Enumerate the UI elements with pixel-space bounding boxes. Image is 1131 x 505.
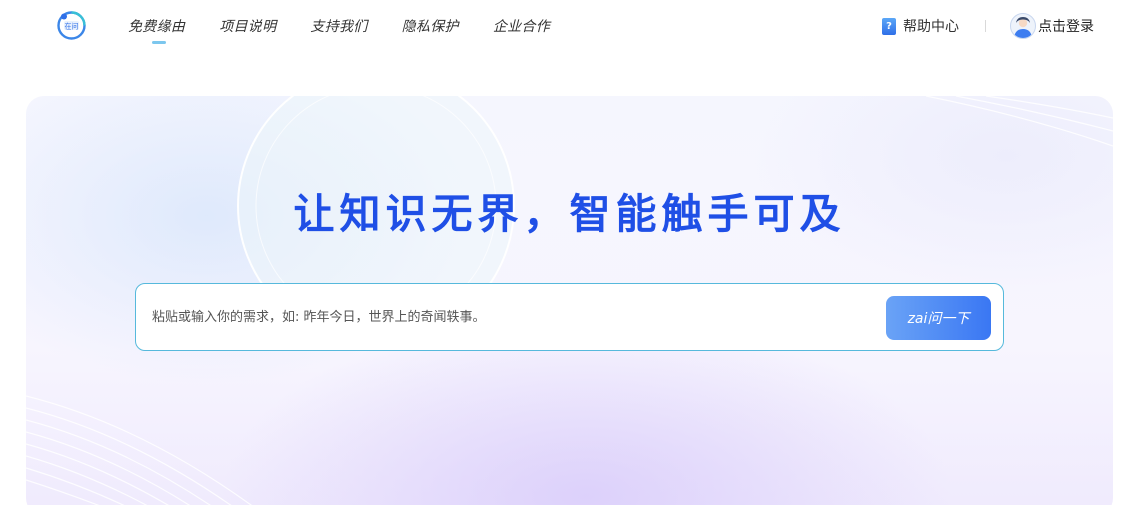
help-book-icon: ? (882, 17, 896, 35)
search-input[interactable] (150, 302, 874, 332)
zaiwen-logo-icon[interactable]: 在问 (56, 10, 87, 41)
nav-item-support-us[interactable]: 支持我们 (310, 0, 367, 54)
search-box: zai问一下 (135, 283, 1004, 351)
help-center-link[interactable]: ? 帮助中心 (882, 16, 959, 36)
login-button[interactable]: 点击登录 (1010, 13, 1094, 39)
top-navigation-bar: 在问 免费缘由 项目说明 支持我们 隐私保护 企业合作 ? 帮助中心 点击登录 (0, 0, 1131, 54)
main-nav: 免费缘由 项目说明 支持我们 隐私保护 企业合作 (128, 0, 584, 54)
hero-panel: 让知识无界，智能触手可及 zai问一下 (26, 96, 1113, 505)
nav-item-enterprise[interactable]: 企业合作 (493, 0, 550, 54)
ask-button[interactable]: zai问一下 (886, 296, 991, 340)
svg-text:在问: 在问 (65, 22, 79, 31)
help-center-label: 帮助中心 (903, 19, 959, 35)
nav-item-privacy[interactable]: 隐私保护 (402, 0, 459, 54)
page: 在问 免费缘由 项目说明 支持我们 隐私保护 企业合作 ? 帮助中心 点击登录 (0, 0, 1131, 505)
login-label: 点击登录 (1038, 19, 1094, 35)
nav-item-project-info[interactable]: 项目说明 (219, 0, 276, 54)
hero-headline: 让知识无界，智能触手可及 (293, 190, 846, 238)
nav-item-free-reason[interactable]: 免费缘由 (128, 0, 185, 54)
header-divider (985, 20, 986, 32)
user-avatar-icon (1010, 13, 1036, 39)
